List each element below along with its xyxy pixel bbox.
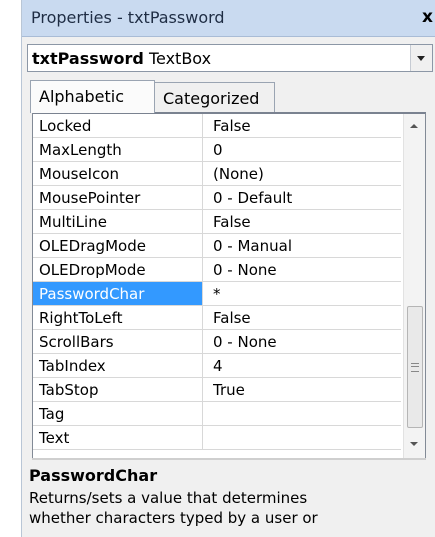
- property-name: OLEDropMode: [33, 258, 203, 281]
- property-name: Tag: [33, 402, 203, 425]
- close-icon[interactable]: x: [422, 8, 435, 26]
- property-value[interactable]: 0 - None: [213, 330, 399, 353]
- title-bar[interactable]: Properties - txtPassword x: [22, 0, 435, 37]
- tab-alphabetic[interactable]: Alphabetic: [30, 80, 155, 113]
- property-value[interactable]: False: [213, 114, 399, 137]
- property-name: MaxLength: [33, 138, 203, 161]
- property-value[interactable]: False: [213, 306, 399, 329]
- chevron-down-icon: [417, 56, 425, 61]
- property-value[interactable]: False: [213, 210, 399, 233]
- property-value[interactable]: 0 - None: [213, 258, 399, 281]
- grip-icon: [411, 363, 419, 372]
- object-selector-label: txtPassword TextBox: [32, 49, 211, 68]
- object-name: txtPassword: [32, 49, 144, 68]
- property-name: TabIndex: [33, 354, 203, 377]
- property-value[interactable]: 0 - Manual: [213, 234, 399, 257]
- property-row[interactable]: Text: [33, 426, 401, 450]
- property-name: MouseIcon: [33, 162, 203, 185]
- description-splitter[interactable]: [32, 458, 426, 460]
- property-value[interactable]: 0 - Default: [213, 186, 399, 209]
- scroll-down-arrow-icon[interactable]: [410, 442, 418, 446]
- property-value[interactable]: [213, 426, 399, 449]
- vertical-scrollbar[interactable]: [403, 114, 425, 458]
- property-value[interactable]: *: [213, 282, 399, 305]
- property-value[interactable]: 4: [213, 354, 399, 377]
- property-value[interactable]: [213, 402, 399, 425]
- property-name: MultiLine: [33, 210, 203, 233]
- property-name: ScrollBars: [33, 330, 203, 353]
- tab-categorized[interactable]: Categorized: [155, 82, 275, 112]
- property-name: OLEDragMode: [33, 234, 203, 257]
- description-title: PasswordChar: [29, 466, 158, 485]
- property-row[interactable]: RightToLeft False: [33, 306, 401, 330]
- property-value[interactable]: (None): [213, 162, 399, 185]
- scroll-thumb[interactable]: [407, 306, 423, 428]
- property-grid: Locked False MaxLength 0 MouseIcon (None…: [32, 112, 426, 459]
- property-row[interactable]: OLEDragMode 0 - Manual: [33, 234, 401, 258]
- property-row[interactable]: MouseIcon (None): [33, 162, 401, 186]
- property-row[interactable]: MultiLine False: [33, 210, 401, 234]
- property-name: Text: [33, 426, 203, 449]
- property-row[interactable]: TabIndex 4: [33, 354, 401, 378]
- property-row[interactable]: MousePointer 0 - Default: [33, 186, 401, 210]
- property-name: PasswordChar: [33, 282, 203, 305]
- property-row-selected[interactable]: PasswordChar *: [33, 282, 401, 306]
- description-line: whether characters typed by a user or: [29, 509, 318, 527]
- property-value[interactable]: True: [213, 378, 399, 401]
- properties-window: Properties - txtPassword x txtPassword T…: [21, 0, 435, 537]
- property-row[interactable]: Locked False: [33, 114, 401, 138]
- property-row[interactable]: TabStop True: [33, 378, 401, 402]
- description-pane: PasswordChar Returns/sets a value that d…: [29, 466, 431, 528]
- object-type: TextBox: [148, 49, 212, 68]
- window-title: Properties - txtPassword: [31, 8, 225, 27]
- description-line: Returns/sets a value that determines: [29, 489, 308, 507]
- property-value[interactable]: 0: [213, 138, 399, 161]
- property-name: MousePointer: [33, 186, 203, 209]
- property-name: Locked: [33, 114, 203, 137]
- property-name: TabStop: [33, 378, 203, 401]
- property-row[interactable]: ScrollBars 0 - None: [33, 330, 401, 354]
- scroll-up-arrow-icon[interactable]: [410, 124, 418, 128]
- object-selector[interactable]: txtPassword TextBox: [27, 44, 433, 72]
- property-row[interactable]: Tag: [33, 402, 401, 426]
- property-name: RightToLeft: [33, 306, 203, 329]
- property-row[interactable]: MaxLength 0: [33, 138, 401, 162]
- property-list: Locked False MaxLength 0 MouseIcon (None…: [33, 114, 401, 450]
- object-dropdown-button[interactable]: [410, 45, 432, 71]
- property-row[interactable]: OLEDropMode 0 - None: [33, 258, 401, 282]
